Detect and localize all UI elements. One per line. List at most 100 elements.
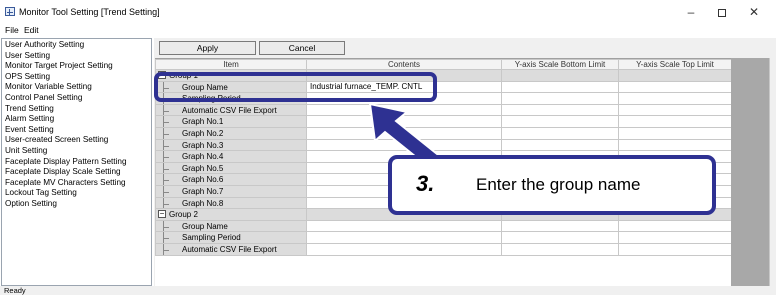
y-axis-top-cell[interactable] <box>618 126 732 140</box>
header-y-axis-top[interactable]: Y-axis Scale Top Limit <box>618 59 732 70</box>
settings-item-faceplate-display-pattern[interactable]: Faceplate Display Pattern Setting <box>5 157 127 167</box>
item-label-cell[interactable]: Graph No.4 <box>155 150 307 163</box>
y-axis-bottom-cell[interactable] <box>501 138 619 152</box>
contents-cell[interactable] <box>306 126 502 140</box>
item-label: Graph No.3 <box>182 140 224 150</box>
grid-row[interactable]: Automatic CSV File Export <box>155 103 732 117</box>
item-label: Graph No.6 <box>182 175 224 185</box>
contents-cell[interactable] <box>306 103 502 117</box>
y-axis-bottom-cell[interactable] <box>501 219 619 233</box>
settings-item-faceplate-mv-characters[interactable]: Faceplate MV Characters Setting <box>5 178 126 188</box>
collapse-icon[interactable]: − <box>158 210 166 218</box>
y-axis-top-cell[interactable] <box>618 231 732 244</box>
menu-bar: File Edit <box>0 24 776 37</box>
settings-item-unit[interactable]: Unit Setting <box>5 146 47 156</box>
y-axis-top-cell[interactable] <box>618 69 732 82</box>
settings-item-control-panel[interactable]: Control Panel Setting <box>5 93 82 103</box>
contents-cell[interactable] <box>306 242 502 256</box>
settings-item-faceplate-display-scale[interactable]: Faceplate Display Scale Setting <box>5 167 121 177</box>
y-axis-bottom-cell[interactable] <box>501 103 619 117</box>
tree-branch <box>163 238 169 240</box>
settings-item-user-authority[interactable]: User Authority Setting <box>5 40 84 50</box>
item-label-cell[interactable]: Graph No.8 <box>155 196 307 210</box>
y-axis-top-cell[interactable] <box>618 219 732 233</box>
cancel-button[interactable]: Cancel <box>259 41 345 55</box>
grid-row[interactable]: Graph No.2 <box>155 126 732 140</box>
item-label-cell[interactable]: Graph No.5 <box>155 161 307 175</box>
y-axis-top-cell[interactable] <box>618 242 732 256</box>
grid-row[interactable]: Automatic CSV File Export <box>155 242 732 256</box>
settings-item-monitor-target-project[interactable]: Monitor Target Project Setting <box>5 61 113 71</box>
group-label-cell[interactable]: − Group 2 <box>155 208 307 221</box>
grid-row[interactable]: Group Name <box>155 219 732 233</box>
minimize-button[interactable]: – <box>676 3 706 21</box>
item-label-cell[interactable]: Graph No.6 <box>155 173 307 186</box>
group-name-highlight <box>154 72 437 102</box>
grid-row[interactable]: Sampling Period <box>155 231 732 244</box>
item-label: Graph No.4 <box>182 152 224 162</box>
window-title: Monitor Tool Setting [Trend Setting] <box>19 7 160 17</box>
y-axis-bottom-cell[interactable] <box>501 69 619 82</box>
tree-branch <box>163 122 169 124</box>
header-contents[interactable]: Contents <box>306 59 502 70</box>
item-label: Automatic CSV File Export <box>182 244 277 254</box>
y-axis-top-cell[interactable] <box>618 138 732 152</box>
settings-item-alarm[interactable]: Alarm Setting <box>5 114 54 124</box>
contents-cell[interactable] <box>306 231 502 244</box>
maximize-button[interactable] <box>707 3 737 21</box>
menu-edit[interactable]: Edit <box>24 25 39 35</box>
settings-item-user-created-screen[interactable]: User-created Screen Setting <box>5 135 108 145</box>
vertical-scrollbar[interactable] <box>769 58 776 286</box>
menu-file[interactable]: File <box>5 25 19 35</box>
y-axis-top-cell[interactable] <box>618 80 732 94</box>
settings-item-user[interactable]: User Setting <box>5 51 50 61</box>
item-label: Graph No.2 <box>182 128 224 138</box>
tree-branch <box>163 145 169 147</box>
settings-item-monitor-variable[interactable]: Monitor Variable Setting <box>5 82 92 92</box>
step-instruction: Enter the group name <box>476 175 641 194</box>
tree-branch <box>163 157 169 159</box>
y-axis-bottom-cell[interactable] <box>501 80 619 94</box>
contents-cell[interactable] <box>306 219 502 233</box>
item-label: Graph No.1 <box>182 117 224 127</box>
close-button[interactable]: ✕ <box>739 3 769 21</box>
settings-item-option[interactable]: Option Setting <box>5 199 57 209</box>
item-label: Graph No.8 <box>182 198 224 208</box>
grid-header-row: Item Contents Y-axis Scale Bottom Limit … <box>155 59 732 70</box>
y-axis-top-cell[interactable] <box>618 92 732 105</box>
group-label: Group 2 <box>169 209 198 219</box>
tree-branch <box>163 203 169 205</box>
grid-row[interactable]: Graph No.3 <box>155 138 732 152</box>
step-callout: 3. Enter the group name <box>388 155 716 215</box>
item-label-cell[interactable]: Automatic CSV File Export <box>155 103 307 117</box>
item-label-cell[interactable]: Graph No.3 <box>155 138 307 152</box>
header-y-axis-bottom[interactable]: Y-axis Scale Bottom Limit <box>501 59 619 70</box>
item-label-cell[interactable]: Group Name <box>155 219 307 233</box>
item-label-cell[interactable]: Sampling Period <box>155 231 307 244</box>
item-label-cell[interactable]: Automatic CSV File Export <box>155 242 307 256</box>
y-axis-bottom-cell[interactable] <box>501 126 619 140</box>
y-axis-top-cell[interactable] <box>618 115 732 128</box>
item-label-cell[interactable]: Graph No.1 <box>155 115 307 128</box>
grid-row[interactable]: Graph No.1 <box>155 115 732 128</box>
settings-item-lockout-tag[interactable]: Lockout Tag Setting <box>5 188 77 198</box>
y-axis-bottom-cell[interactable] <box>501 242 619 256</box>
tree-branch <box>163 249 169 251</box>
apply-button[interactable]: Apply <box>159 41 256 55</box>
title-bar: Monitor Tool Setting [Trend Setting] – ✕ <box>0 0 776 24</box>
y-axis-bottom-cell[interactable] <box>501 115 619 128</box>
y-axis-bottom-cell[interactable] <box>501 231 619 244</box>
item-label-cell[interactable]: Graph No.2 <box>155 126 307 140</box>
settings-item-ops[interactable]: OPS Setting <box>5 72 50 82</box>
header-item[interactable]: Item <box>155 59 307 70</box>
settings-item-event[interactable]: Event Setting <box>5 125 54 135</box>
tree-branch <box>163 226 169 228</box>
y-axis-top-cell[interactable] <box>618 103 732 117</box>
contents-cell[interactable] <box>306 115 502 128</box>
item-label: Graph No.7 <box>182 186 224 196</box>
grid-empty-area <box>731 58 769 286</box>
contents-cell[interactable] <box>306 138 502 152</box>
settings-item-trend[interactable]: Trend Setting <box>5 103 54 114</box>
item-label-cell[interactable]: Graph No.7 <box>155 184 307 198</box>
y-axis-bottom-cell[interactable] <box>501 92 619 105</box>
